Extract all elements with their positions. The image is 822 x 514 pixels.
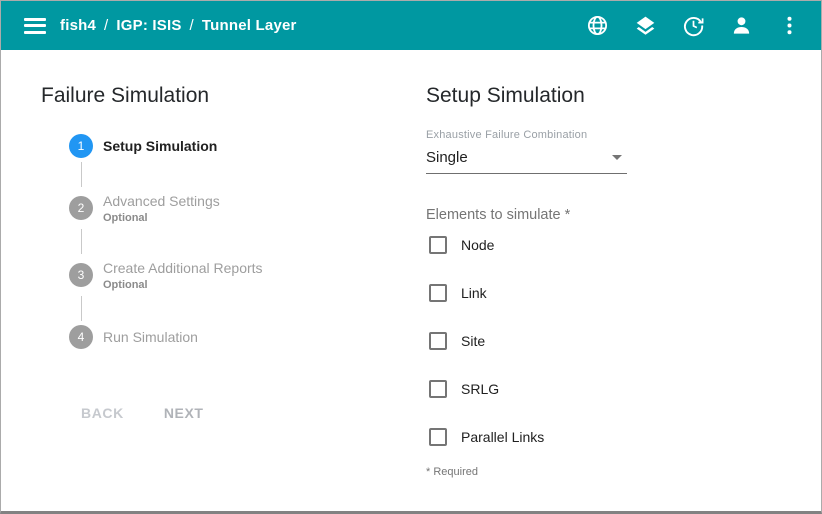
checkbox-label: Parallel Links — [461, 429, 544, 445]
combination-select-label: Exhaustive Failure Combination — [426, 129, 706, 141]
person-icon[interactable] — [730, 14, 753, 37]
failure-simulation-panel: Failure Simulation 1 Setup Simulation 2 … — [41, 85, 391, 429]
step-number-badge: 4 — [69, 325, 93, 349]
chevron-down-icon — [612, 155, 622, 160]
page-title: Failure Simulation — [41, 85, 391, 107]
more-vert-icon[interactable] — [778, 14, 801, 37]
step-advanced-settings[interactable]: 2 Advanced Settings Optional — [41, 191, 391, 225]
breadcrumb-separator: / — [190, 17, 194, 34]
step-number-badge: 1 — [69, 134, 93, 158]
setup-simulation-panel: Setup Simulation Exhaustive Failure Comb… — [426, 85, 706, 478]
globe-icon[interactable] — [586, 14, 609, 37]
step-connector — [81, 296, 82, 321]
checkbox-link[interactable]: Link — [429, 284, 706, 302]
checkbox-label: Site — [461, 333, 485, 349]
checkbox-box[interactable] — [429, 284, 447, 302]
app-window: fish4 / IGP: ISIS / Tunnel Layer — [0, 0, 822, 514]
checkbox-box[interactable] — [429, 332, 447, 350]
step-setup-simulation[interactable]: 1 Setup Simulation — [41, 134, 391, 158]
checkbox-node[interactable]: Node — [429, 236, 706, 254]
step-connector — [81, 162, 82, 187]
required-note: * Required — [426, 466, 706, 478]
checkbox-box[interactable] — [429, 428, 447, 446]
checkbox-label: Node — [461, 237, 494, 253]
step-label: Advanced Settings — [103, 193, 220, 209]
checkbox-box[interactable] — [429, 236, 447, 254]
step-optional-tag: Optional — [103, 212, 220, 224]
step-label: Create Additional Reports — [103, 260, 263, 276]
wizard-stepper: 1 Setup Simulation 2 Advanced Settings O… — [41, 134, 391, 349]
menu-icon[interactable] — [24, 18, 46, 34]
checkbox-label: SRLG — [461, 381, 499, 397]
header-icon-group — [586, 14, 801, 37]
checkbox-label: Link — [461, 285, 487, 301]
breadcrumb-network[interactable]: fish4 — [60, 17, 96, 34]
breadcrumb: fish4 / IGP: ISIS / Tunnel Layer — [60, 17, 297, 34]
update-history-icon[interactable] — [682, 14, 705, 37]
app-header: fish4 / IGP: ISIS / Tunnel Layer — [1, 1, 821, 50]
step-label: Setup Simulation — [103, 138, 217, 154]
step-connector — [81, 229, 82, 254]
stepper-buttons: BACK NEXT — [65, 397, 391, 429]
step-create-additional-reports[interactable]: 3 Create Additional Reports Optional — [41, 258, 391, 292]
elements-group-label: Elements to simulate * — [426, 207, 706, 223]
combination-select-value: Single — [426, 149, 468, 166]
checkbox-site[interactable]: Site — [429, 332, 706, 350]
combination-select[interactable]: Single — [426, 149, 627, 174]
breadcrumb-separator: / — [104, 17, 108, 34]
breadcrumb-layer[interactable]: Tunnel Layer — [202, 17, 297, 34]
checkbox-srlg[interactable]: SRLG — [429, 380, 706, 398]
layers-icon[interactable] — [634, 14, 657, 37]
checkbox-box[interactable] — [429, 380, 447, 398]
next-button[interactable]: NEXT — [148, 397, 220, 429]
step-label: Run Simulation — [103, 329, 198, 345]
checkbox-parallel-links[interactable]: Parallel Links — [429, 428, 706, 446]
step-number-badge: 3 — [69, 263, 93, 287]
step-run-simulation[interactable]: 4 Run Simulation — [41, 325, 391, 349]
breadcrumb-igp[interactable]: IGP: ISIS — [116, 17, 181, 34]
back-button[interactable]: BACK — [65, 397, 140, 429]
step-optional-tag: Optional — [103, 279, 263, 291]
step-number-badge: 2 — [69, 196, 93, 220]
elements-checkbox-list: Node Link Site SRLG Parallel Links — [426, 236, 706, 446]
section-title: Setup Simulation — [426, 85, 706, 107]
